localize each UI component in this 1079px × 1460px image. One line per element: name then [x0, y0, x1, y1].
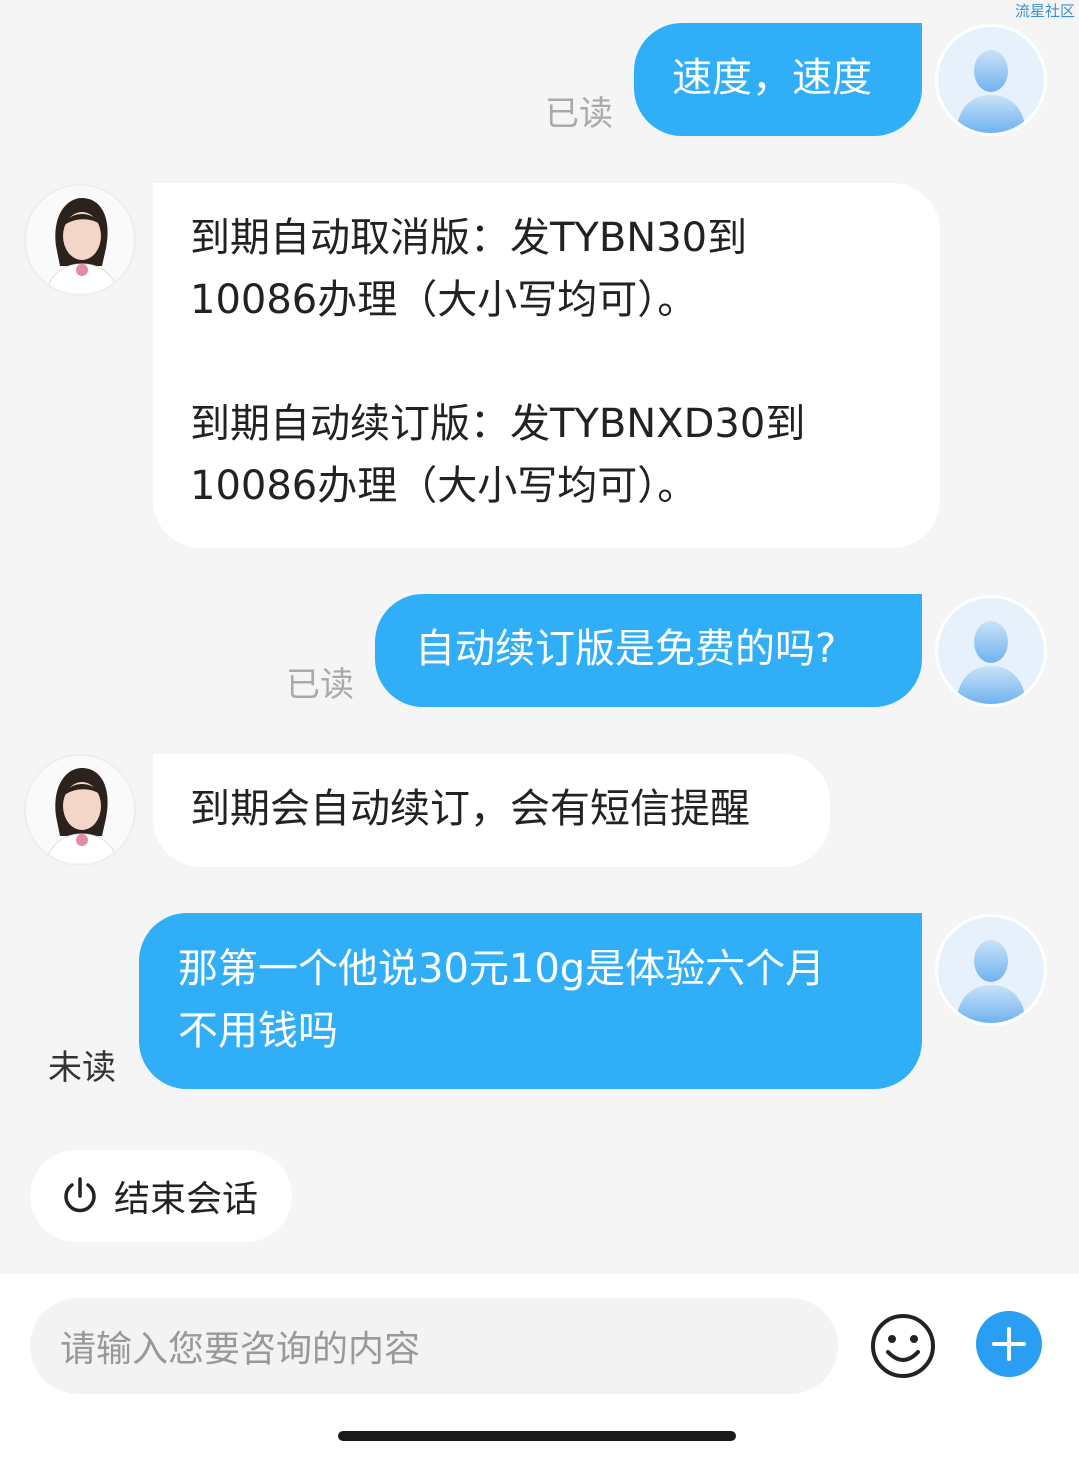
end-chat-button[interactable]: 结束会话 [30, 1150, 292, 1242]
message-bubble-incoming[interactable]: 到期会自动续订，会有短信提醒 [153, 754, 830, 867]
message-text: 速度，速度 [672, 55, 872, 101]
input-bar: 请输入您要咨询的内容 [0, 1274, 1079, 1460]
message-bubble-incoming[interactable]: 到期自动取消版：发TYBN30到 10086办理（大小写均可）。 到期自动续订版… [153, 183, 940, 548]
input-placeholder: 请输入您要咨询的内容 [60, 1329, 421, 1370]
message-bubble-outgoing[interactable]: 那第一个他说30元10g是体验六个月 不用钱吗 [139, 913, 922, 1089]
user-silhouette-icon [956, 50, 1026, 133]
emoji-button[interactable] [869, 1312, 937, 1380]
message-bubble-outgoing[interactable]: 自动续订版是免费的吗? [375, 594, 922, 707]
agent-avatar[interactable] [24, 754, 136, 866]
message-text: 那第一个他说30元10g是体验六个月 不用钱吗 [178, 946, 826, 1054]
message-text: 自动续订版是免费的吗? [415, 626, 837, 672]
user-silhouette-icon [956, 940, 1026, 1023]
message-bubble-outgoing[interactable]: 速度，速度 [634, 23, 922, 136]
plus-icon [992, 1327, 1026, 1361]
agent-photo [26, 186, 134, 294]
read-status: 未读 [48, 1048, 116, 1088]
user-avatar[interactable] [935, 24, 1047, 136]
message-text: 到期会自动续订，会有短信提醒 [190, 786, 750, 832]
user-silhouette-icon [956, 621, 1026, 704]
add-button[interactable] [976, 1311, 1042, 1377]
agent-avatar[interactable] [24, 184, 136, 296]
read-status: 已读 [545, 94, 613, 134]
smiley-icon [871, 1314, 935, 1378]
power-icon [64, 1177, 96, 1213]
home-indicator[interactable] [338, 1431, 736, 1441]
user-avatar[interactable] [935, 914, 1047, 1026]
message-input[interactable]: 请输入您要咨询的内容 [30, 1298, 838, 1394]
end-chat-label: 结束会话 [114, 1179, 259, 1220]
message-text: 到期自动取消版：发TYBN30到 10086办理（大小写均可）。 到期自动续订版… [190, 215, 806, 509]
agent-photo [26, 756, 134, 864]
read-status: 已读 [286, 665, 354, 705]
watermark: 流星社区 [1014, 2, 1075, 20]
user-avatar[interactable] [935, 595, 1047, 707]
